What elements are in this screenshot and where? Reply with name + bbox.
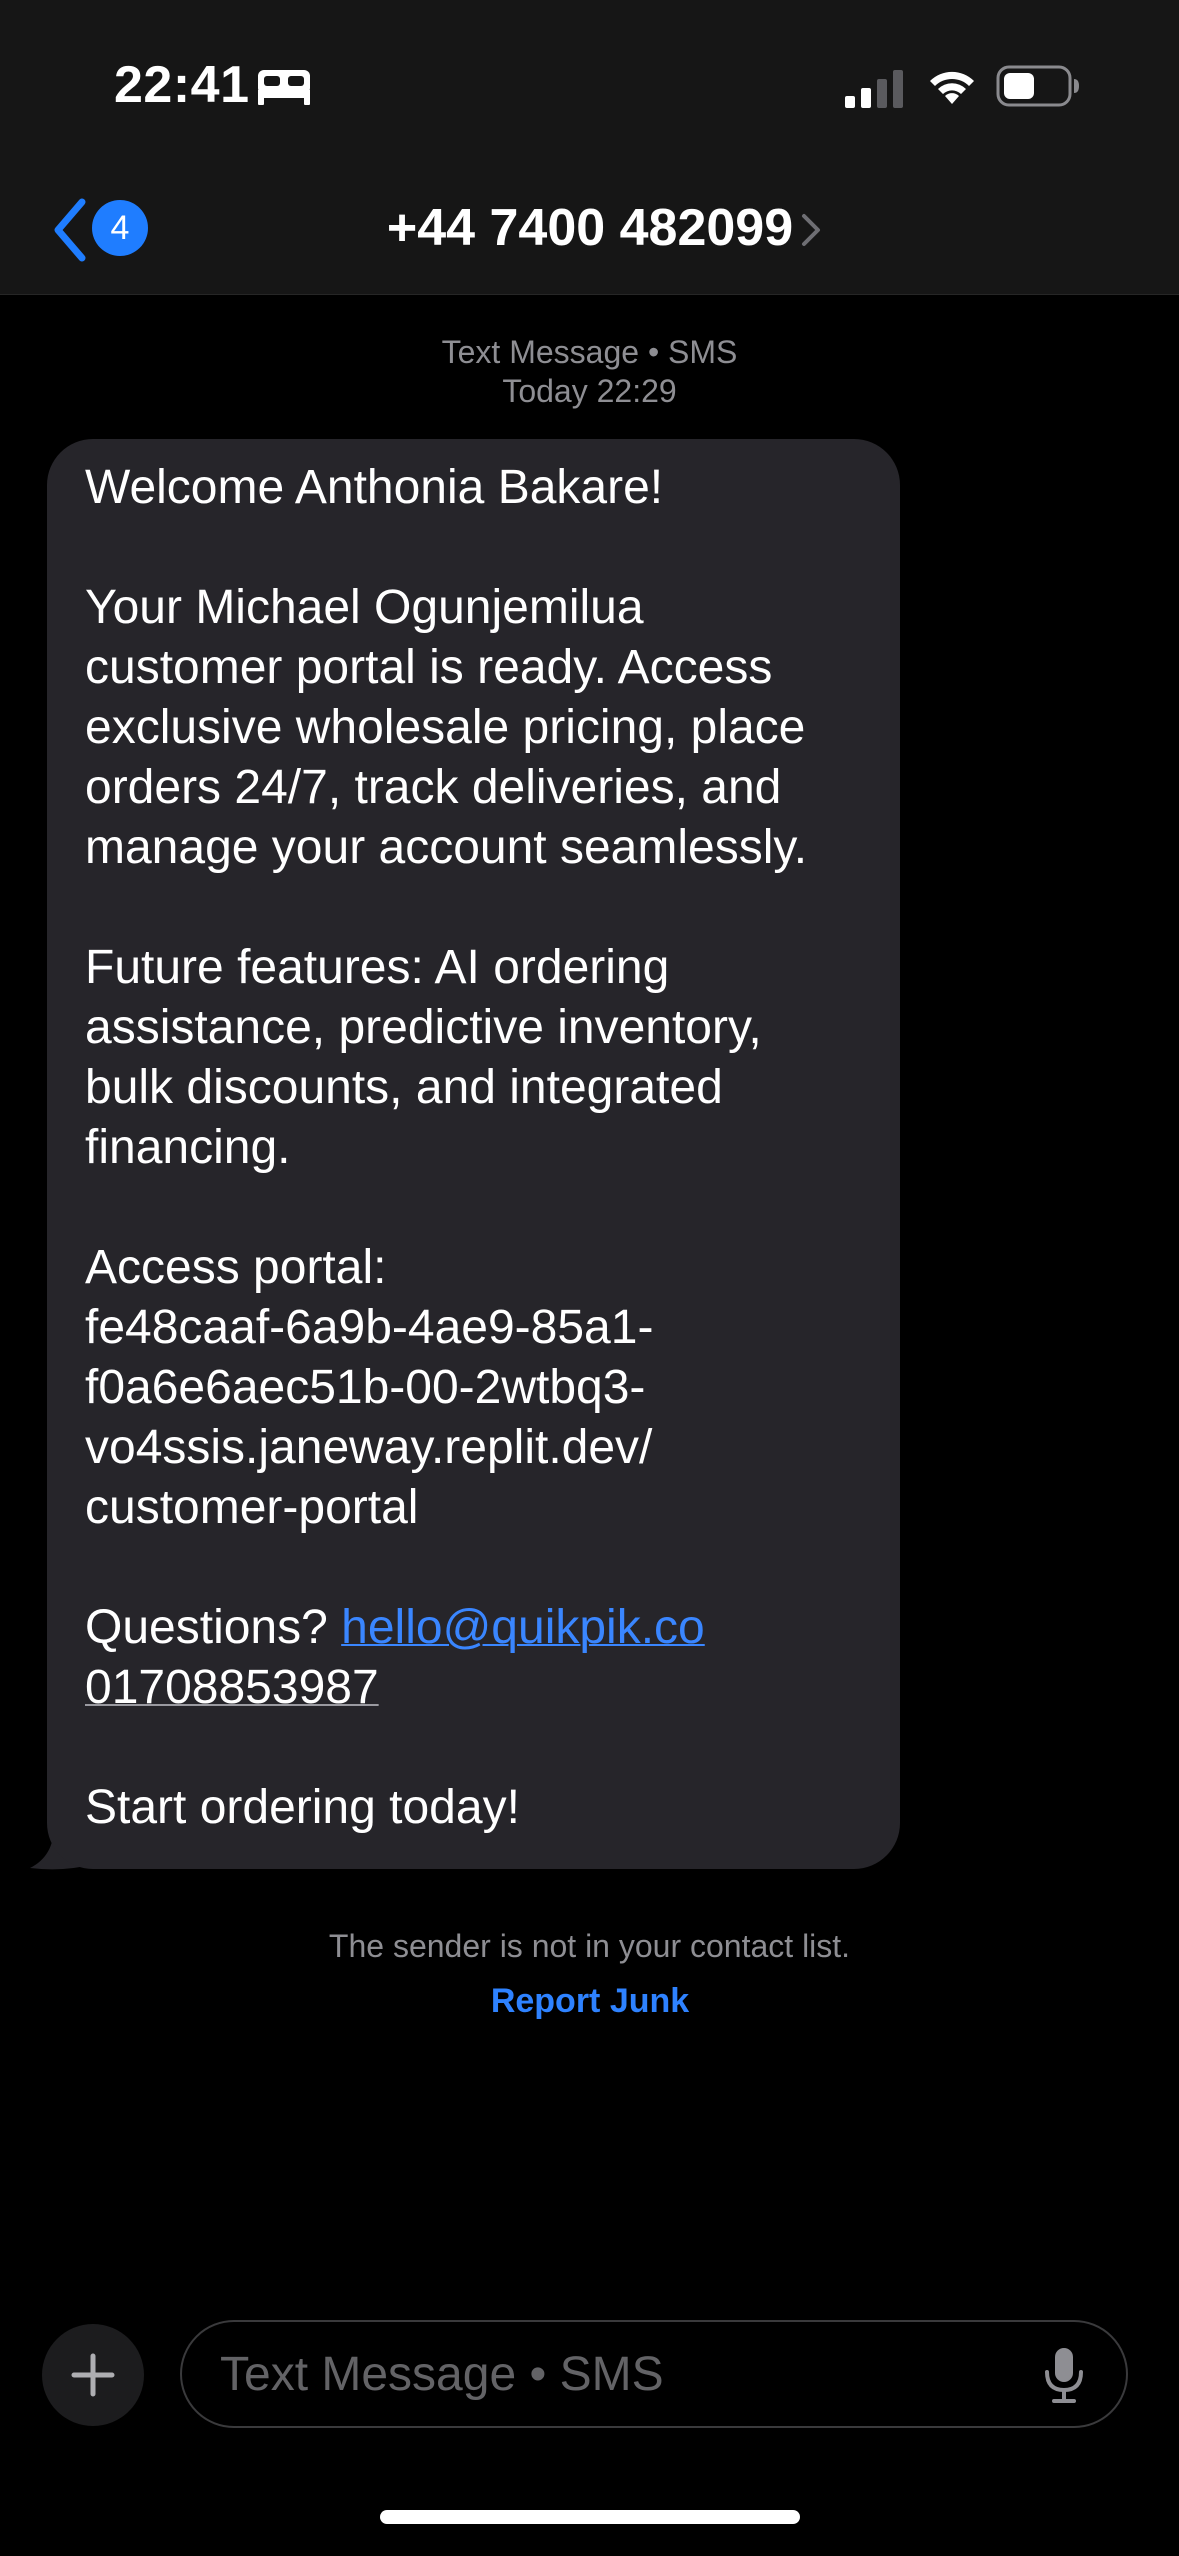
message-line: assistance, predictive inventory, [85, 1001, 762, 1054]
message-input[interactable] [220, 2322, 1000, 2426]
portal-url-line: customer-portal [85, 1481, 419, 1534]
report-junk-link[interactable]: Report Junk [440, 1982, 740, 2021]
message-line: Access portal: [85, 1241, 387, 1294]
contact-title[interactable]: +44 7400 482099 [340, 198, 840, 258]
apps-plus-button[interactable] [42, 2324, 144, 2426]
message-body: Welcome Anthonia Bakare! Your Michael Og… [85, 458, 885, 1838]
portal-url-line: f0a6e6aec51b-00-2wtbq3- [85, 1361, 646, 1414]
status-time: 22:41 [114, 56, 250, 114]
questions-label: Questions? [85, 1601, 342, 1654]
message-line: Future features: AI ordering [85, 941, 670, 994]
chevron-left-icon [54, 198, 86, 262]
cellular-signal-icon [845, 70, 903, 108]
message-composer [180, 2320, 1128, 2428]
unknown-sender-notice: The sender is not in your contact list. [328, 1928, 851, 1964]
questions-line: Questions? hello@quikpik.co [85, 1598, 885, 1658]
unread-count-badge: 4 [92, 200, 148, 256]
phone-number-link[interactable]: 01708853987 [85, 1661, 379, 1714]
message-line: Start ordering today! [85, 1781, 520, 1834]
plus-icon [71, 2353, 115, 2397]
message-line: Your Michael Ogunjemilua [85, 581, 644, 634]
portal-url-line: fe48caaf-6a9b-4ae9-85a1- [85, 1301, 654, 1354]
bed-icon [258, 70, 310, 105]
message-line: financing. [85, 1121, 291, 1174]
email-link[interactable]: hello@quikpik.co [341, 1601, 705, 1654]
message-line: manage your account seamlessly. [85, 821, 808, 874]
navigation-header: 22:41 4 +44 7400 482099 [0, 0, 1179, 295]
microphone-icon[interactable] [1042, 2346, 1086, 2404]
home-indicator [380, 2510, 800, 2524]
portal-url-line: vo4ssis.janeway.replit.dev/ [85, 1421, 653, 1474]
battery-icon [996, 65, 1079, 107]
contact-phone-number: +44 7400 482099 [386, 199, 794, 257]
channel-label: Text Message • SMS [441, 334, 738, 370]
wifi-icon [930, 71, 974, 104]
message-line: exclusive wholesale pricing, place [85, 701, 806, 754]
back-button[interactable]: 4 [44, 190, 154, 270]
message-line: Welcome Anthonia Bakare! [85, 461, 664, 514]
message-line: bulk discounts, and integrated [85, 1061, 723, 1114]
message-timestamp: Today 22:29 [502, 373, 677, 409]
message-line: orders 24/7, track deliveries, and [85, 761, 782, 814]
message-line: customer portal is ready. Access [85, 641, 773, 694]
chevron-right-icon[interactable] [800, 212, 822, 248]
phone-line: 01708853987 [85, 1658, 885, 1718]
